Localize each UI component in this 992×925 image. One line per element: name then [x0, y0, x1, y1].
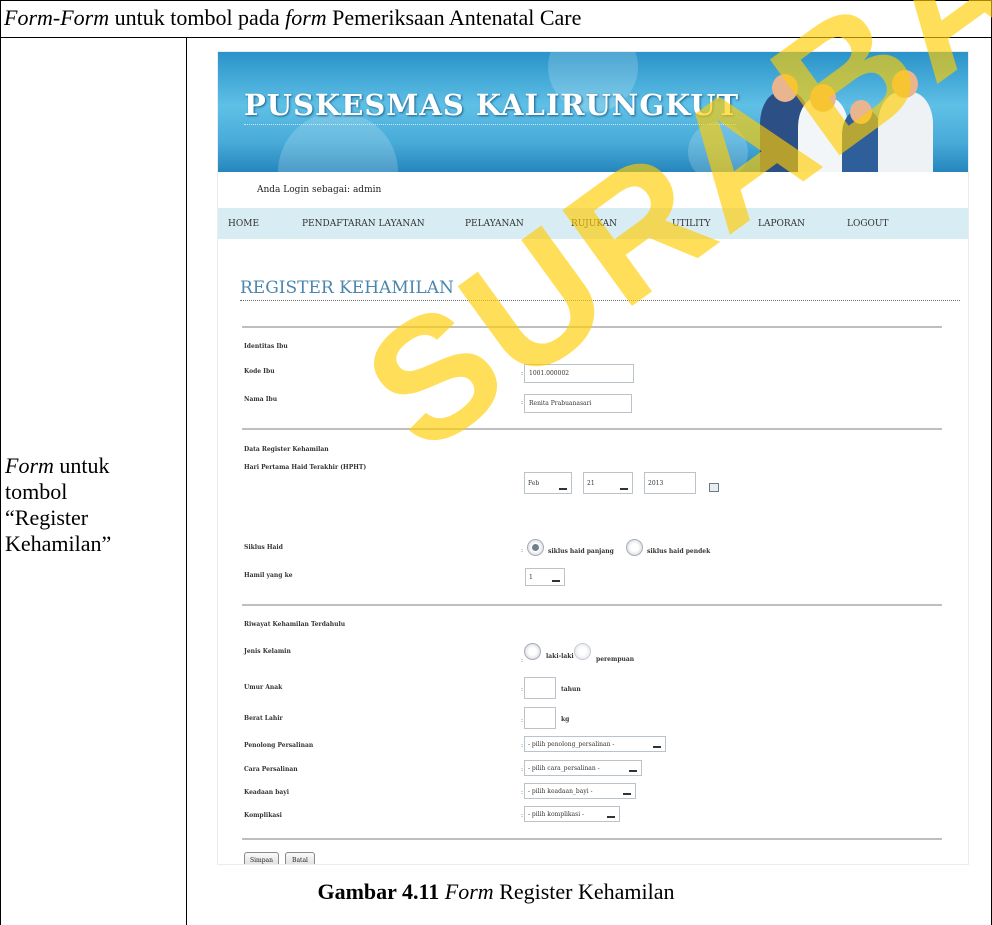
document-table: Form-Form untuk tombol pada form Pemerik…: [0, 0, 992, 925]
left-text: Kehamilan”: [5, 531, 112, 556]
section-data-register: Data Register Kehamilan: [244, 446, 329, 453]
login-bar: Anda Login sebagai: admin: [218, 172, 968, 208]
hpht-year-input[interactable]: 2013: [644, 472, 696, 494]
nav-home[interactable]: HOME: [228, 219, 259, 229]
title-divider: [240, 300, 960, 301]
doctors-illustration: [750, 52, 940, 172]
siklus-panjang-radio[interactable]: [527, 539, 544, 556]
perempuan-label: perempuan: [596, 656, 635, 663]
main-nav: HOME PENDAFTARAN LAYANAN PELAYANAN RUJUK…: [218, 208, 968, 239]
header-text: Pemeriksaan Antenatal Care: [326, 5, 582, 30]
nav-pelayanan[interactable]: PELAYANAN: [465, 219, 524, 229]
login-status: Anda Login sebagai: admin: [257, 185, 382, 195]
nav-pendaftaran-layanan[interactable]: PENDAFTARAN LAYANAN: [302, 219, 425, 229]
header-italic-text: form: [285, 5, 327, 30]
caption-italic: Form: [444, 879, 494, 904]
berat-unit: kg: [561, 716, 570, 723]
left-text: tombol: [5, 479, 68, 504]
hamil-ke-label: Hamil yang ke: [244, 572, 293, 579]
keadaan-bayi-select[interactable]: - pilih keadaan_bayi -: [524, 783, 636, 799]
siklus-pendek-radio[interactable]: [626, 539, 643, 556]
page-title: REGISTER KEHAMILAN: [240, 278, 454, 298]
nav-laporan[interactable]: LAPORAN: [758, 219, 805, 229]
banner: PUSKESMAS KALIRUNGKUT: [218, 52, 968, 172]
nama-ibu-input[interactable]: Renita Prabuanasari: [524, 394, 632, 413]
header-text: untuk tombol pada: [109, 5, 286, 30]
left-column-label: Form untuk tombol “Register Kehamilan”: [5, 453, 111, 557]
umur-unit: tahun: [561, 686, 581, 693]
hamil-ke-select[interactable]: 1: [525, 568, 565, 586]
penolong-select[interactable]: - pilih penolong_persalinan -: [524, 736, 666, 752]
hpht-day-select[interactable]: 21: [583, 472, 633, 494]
siklus-haid-label: Siklus Haid: [244, 544, 283, 551]
berat-lahir-input[interactable]: [524, 707, 556, 729]
kode-ibu-input[interactable]: 1001.000002: [524, 364, 634, 383]
section-divider: [242, 838, 942, 840]
komplikasi-label: Komplikasi: [244, 812, 282, 819]
cara-persalinan-select[interactable]: - pilih cara_persalinan -: [524, 760, 642, 776]
left-italic-text: Form: [5, 453, 54, 478]
section-divider: [242, 604, 942, 606]
right-column: PUSKESMAS KALIRUNGKUT Anda Login sebagai…: [188, 38, 991, 925]
siklus-panjang-label: siklus haid panjang: [548, 548, 614, 555]
table-header: Form-Form untuk tombol pada form Pemerik…: [1, 1, 991, 38]
section-identitas-ibu: Identitas Ibu: [244, 343, 288, 350]
section-divider: [242, 326, 942, 328]
header-italic-text: Form-Form: [4, 5, 110, 30]
hpht-label: Hari Pertama Haid Terakhir (HPHT): [244, 464, 367, 471]
perempuan-radio[interactable]: [574, 643, 591, 660]
umur-anak-input[interactable]: [524, 677, 556, 699]
left-column: Form untuk tombol “Register Kehamilan”: [1, 38, 187, 925]
nav-rujukan[interactable]: RUJUKAN: [571, 219, 617, 229]
section-riwayat: Riwayat Kehamilan Terdahulu: [244, 621, 346, 628]
umur-anak-label: Umur Anak: [244, 684, 283, 691]
left-text: “Register: [5, 505, 89, 530]
laki-laki-label: laki-laki: [546, 653, 574, 660]
keadaan-bayi-label: Keadaan bayi: [244, 789, 290, 796]
section-divider: [242, 428, 942, 430]
nav-logout[interactable]: LOGOUT: [847, 219, 889, 229]
berat-lahir-label: Berat Lahir: [244, 715, 283, 722]
caption-text: Register Kehamilan: [493, 879, 675, 904]
nama-ibu-label: Nama Ibu: [244, 396, 278, 403]
penolong-label: Penolong Persalinan: [244, 742, 314, 749]
jenis-kelamin-label: Jenis Kelamin: [244, 648, 291, 655]
app-screenshot: PUSKESMAS KALIRUNGKUT Anda Login sebagai…: [218, 52, 968, 864]
caption-number: Gambar 4.11: [317, 879, 440, 904]
simpan-button[interactable]: Simpan: [244, 852, 279, 864]
cara-persalinan-label: Cara Persalinan: [244, 766, 298, 773]
batal-button[interactable]: Batal: [285, 852, 315, 864]
left-text: untuk: [53, 453, 110, 478]
banner-title: PUSKESMAS KALIRUNGKUT: [244, 88, 740, 122]
nav-utility[interactable]: UTILITY: [672, 219, 711, 229]
hpht-month-select[interactable]: Feb: [524, 472, 572, 494]
kode-ibu-label: Kode Ibu: [244, 368, 275, 375]
laki-laki-radio[interactable]: [524, 643, 541, 660]
siklus-pendek-label: siklus haid pendek: [647, 548, 711, 555]
calendar-icon[interactable]: [709, 483, 719, 492]
komplikasi-select[interactable]: - pilih komplikasi -: [524, 806, 620, 822]
banner-divider: [244, 124, 736, 125]
figure-caption: Gambar 4.11 Form Register Kehamilan: [1, 879, 991, 905]
